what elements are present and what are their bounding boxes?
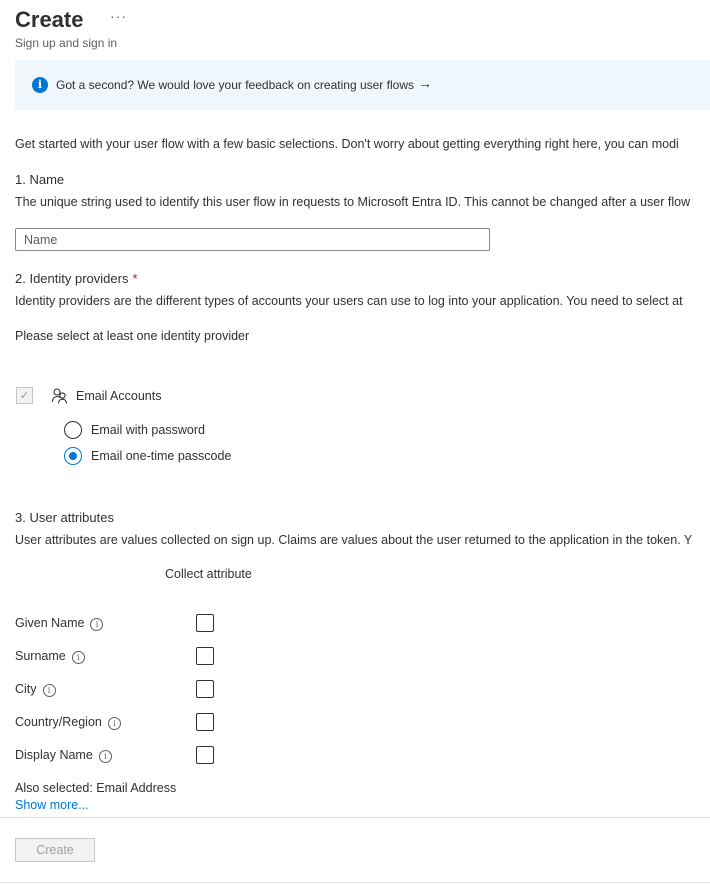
attribute-name-surname: Surname: [15, 649, 66, 663]
info-icon[interactable]: i: [71, 651, 85, 664]
name-input[interactable]: [15, 228, 490, 251]
collect-country-region-checkbox[interactable]: [196, 713, 214, 731]
info-icon[interactable]: i: [107, 717, 121, 730]
people-icon: [51, 388, 68, 404]
radio-email-with-password[interactable]: [64, 421, 82, 439]
footer-divider: [0, 817, 710, 818]
attribute-label-city: City i: [15, 682, 56, 697]
feedback-banner[interactable]: i Got a second? We would love your feedb…: [15, 60, 710, 110]
section-attributes-heading: 3. User attributes: [15, 510, 114, 525]
collect-attribute-header: Collect attribute: [165, 567, 252, 581]
attribute-name-country-region: Country/Region: [15, 715, 102, 729]
attribute-label-given-name: Given Name i: [15, 616, 104, 631]
attribute-label-country-region: Country/Region i: [15, 715, 121, 730]
bottom-divider: [0, 882, 710, 883]
section-name-heading: 1. Name: [15, 172, 65, 187]
also-selected-text: Also selected: Email Address: [15, 781, 177, 795]
section-attributes-description: User attributes are values collected on …: [15, 533, 693, 547]
email-accounts-checkbox: ✓: [16, 387, 33, 404]
page-subtitle: Sign up and sign in: [15, 36, 118, 50]
collect-display-name-checkbox[interactable]: [196, 746, 214, 764]
collect-given-name-checkbox[interactable]: [196, 614, 214, 632]
page-title: Create: [15, 7, 84, 32]
attribute-name-city: City: [15, 682, 37, 696]
radio-email-one-time-passcode[interactable]: [64, 447, 82, 465]
section-name-description: The unique string used to identify this …: [15, 195, 691, 209]
attribute-label-surname: Surname i: [15, 649, 85, 664]
attribute-name-given-name: Given Name: [15, 616, 85, 630]
section-identity-heading: 2. Identity providers *: [15, 271, 138, 286]
feedback-banner-text[interactable]: Got a second? We would love your feedbac…: [56, 78, 414, 92]
collect-surname-checkbox[interactable]: [196, 647, 214, 665]
info-icon[interactable]: i: [98, 750, 112, 763]
email-with-password-label[interactable]: Email with password: [91, 423, 205, 437]
intro-text: Get started with your user flow with a f…: [15, 137, 679, 151]
required-marker: *: [132, 271, 138, 286]
email-accounts-label: Email Accounts: [76, 389, 162, 403]
arrow-right-icon[interactable]: →: [418, 75, 432, 91]
section-identity-description: Identity providers are the different typ…: [15, 294, 683, 308]
section-identity-heading-text: 2. Identity providers: [15, 271, 129, 286]
email-one-time-passcode-label[interactable]: Email one-time passcode: [91, 449, 231, 463]
info-icon: i: [32, 77, 48, 93]
create-button[interactable]: Create: [15, 838, 95, 862]
info-icon[interactable]: i: [42, 684, 56, 697]
attribute-name-display-name: Display Name: [15, 748, 93, 762]
identity-provider-prompt: Please select at least one identity prov…: [15, 329, 250, 343]
show-more-link[interactable]: Show more...: [15, 798, 89, 812]
info-icon[interactable]: i: [90, 618, 104, 631]
collect-city-checkbox[interactable]: [196, 680, 214, 698]
more-options-icon[interactable]: ···: [110, 8, 127, 24]
attribute-label-display-name: Display Name i: [15, 748, 112, 763]
